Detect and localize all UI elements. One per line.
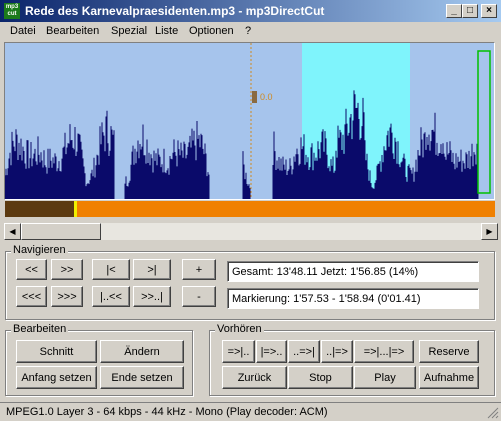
- status-bar: MPEG1.0 Layer 3 - 64 kbps - 44 kHz - Mon…: [0, 402, 501, 421]
- aendern-button[interactable]: Ändern: [100, 340, 184, 363]
- level-marker-icon: [252, 91, 257, 103]
- horizontal-scrollbar[interactable]: ◀ ▶: [4, 223, 498, 240]
- aufnahme-button[interactable]: Aufnahme: [419, 366, 479, 389]
- status-text: MPEG1.0 Layer 3 - 64 kbps - 44 kHz - Mon…: [6, 406, 328, 418]
- stop-button[interactable]: Stop: [288, 366, 353, 389]
- close-button[interactable]: ×: [481, 4, 497, 18]
- resize-grip-icon[interactable]: [487, 407, 499, 419]
- menu-bar: Datei Bearbeiten Spezial Liste Optionen …: [0, 22, 501, 41]
- preview-to-end-button[interactable]: ..=>|: [288, 340, 320, 363]
- preview-start-button[interactable]: =>|..: [222, 340, 255, 363]
- menu-help[interactable]: ?: [245, 25, 251, 37]
- nav-selection-end-button[interactable]: >>..|: [133, 286, 171, 307]
- position-strip[interactable]: [5, 201, 495, 217]
- vorhoeren-label: Vorhören: [215, 323, 264, 335]
- preview-from-start-button[interactable]: |=>..: [256, 340, 287, 363]
- nav-fast-forward-button[interactable]: >>>: [51, 286, 83, 307]
- play-button[interactable]: Play: [354, 366, 416, 389]
- window-title: Rede des Karnevalpraesidenten.mp3 - mp3D…: [25, 4, 325, 18]
- navigieren-label: Navigieren: [11, 244, 68, 256]
- played-bar: [5, 201, 74, 217]
- bearbeiten-label: Bearbeiten: [11, 323, 69, 335]
- reserve-button[interactable]: Reserve: [419, 340, 479, 363]
- anfang-setzen-button[interactable]: Anfang setzen: [16, 366, 97, 389]
- schnitt-button[interactable]: Schnitt: [16, 340, 97, 363]
- menu-datei[interactable]: Datei: [10, 25, 36, 37]
- preview-selection-button[interactable]: =>|...|=>: [354, 340, 414, 363]
- scroll-right-icon[interactable]: ▶: [481, 223, 498, 240]
- nav-start-button[interactable]: |<: [92, 259, 130, 280]
- nav-fast-back-button[interactable]: <<<: [16, 286, 47, 307]
- menu-liste[interactable]: Liste: [155, 25, 178, 37]
- time-total-display: Gesamt: 13'48.11 Jetzt: 1'56.85 (14%): [227, 261, 479, 282]
- title-bar: mp3 cut Rede des Karnevalpraesidenten.mp…: [0, 0, 501, 22]
- zurueck-button[interactable]: Zurück: [222, 366, 287, 389]
- remaining-bar: [5, 201, 495, 217]
- waveform-canvas[interactable]: 0.0: [5, 43, 494, 199]
- waveform-view[interactable]: 0.0: [4, 42, 495, 200]
- maximize-button[interactable]: □: [462, 4, 478, 18]
- menu-bearbeiten[interactable]: Bearbeiten: [46, 25, 99, 37]
- preview-after-end-button[interactable]: ..|=>: [321, 340, 353, 363]
- nav-forward-button[interactable]: >>: [51, 259, 83, 280]
- nav-end-button[interactable]: >|: [133, 259, 171, 280]
- position-indicator: [74, 201, 77, 217]
- level-label: 0.0: [260, 92, 273, 102]
- menu-optionen[interactable]: Optionen: [189, 25, 234, 37]
- zoom-out-button[interactable]: -: [182, 286, 216, 307]
- zoom-in-button[interactable]: +: [182, 259, 216, 280]
- nav-back-button[interactable]: <<: [16, 259, 47, 280]
- ende-setzen-button[interactable]: Ende setzen: [100, 366, 184, 389]
- minimize-button[interactable]: _: [446, 4, 462, 18]
- menu-spezial[interactable]: Spezial: [111, 25, 147, 37]
- scroll-left-icon[interactable]: ◀: [4, 223, 21, 240]
- scroll-thumb[interactable]: [21, 223, 101, 240]
- app-icon: mp3 cut: [4, 3, 20, 19]
- selection-display: Markierung: 1'57.53 - 1'58.94 (0'01.41): [227, 288, 479, 309]
- nav-selection-start-button[interactable]: |..<<: [92, 286, 130, 307]
